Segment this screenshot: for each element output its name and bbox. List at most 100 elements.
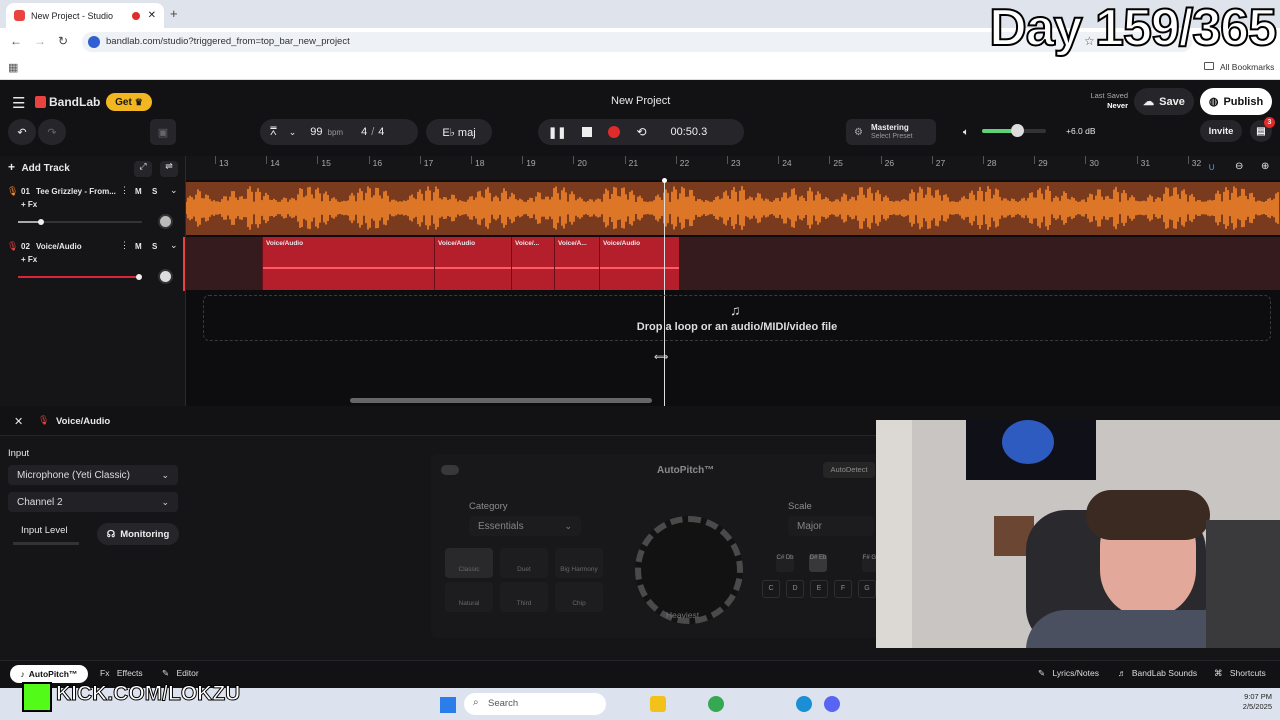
track-name[interactable]: Voice/Audio: [36, 242, 82, 251]
track-volume-knob[interactable]: [136, 274, 142, 280]
audio-clip[interactable]: Voice/...: [511, 237, 554, 290]
add-fx-button[interactable]: + Fx: [21, 255, 37, 264]
publish-button[interactable]: ◍ Publish: [1200, 88, 1272, 115]
lyrics-notes-button[interactable]: ✎ Lyrics/Notes: [1038, 668, 1099, 679]
tab-editor[interactable]: ✎ Editor: [162, 668, 199, 679]
note-button[interactable]: E: [810, 580, 828, 598]
loop-icon[interactable]: ⟲: [636, 125, 646, 139]
reload-icon[interactable]: ↻: [58, 34, 68, 48]
automation-icon[interactable]: ⤢: [134, 161, 152, 177]
track-menu-icon[interactable]: ⋮: [120, 240, 129, 251]
magnet-snap-icon[interactable]: ∪: [1208, 162, 1215, 173]
invite-button[interactable]: Invite: [1200, 120, 1242, 142]
pause-icon[interactable]: ❚❚: [548, 126, 566, 139]
chrome-icon[interactable]: [708, 696, 724, 712]
strength-knob[interactable]: [635, 516, 743, 624]
playhead[interactable]: [662, 178, 667, 406]
audio-clip[interactable]: Voice/Audio: [599, 237, 679, 290]
track-menu-icon[interactable]: ⋮: [120, 185, 129, 196]
mute-button[interactable]: M: [135, 187, 142, 196]
file-explorer-icon[interactable]: [650, 696, 666, 712]
note-button[interactable]: C# Db: [776, 554, 794, 572]
new-tab-icon[interactable]: +: [170, 6, 178, 21]
save-button[interactable]: ☁ Save: [1134, 88, 1194, 115]
redo-button[interactable]: ↷: [38, 119, 66, 145]
time-signature-numerator[interactable]: 4: [361, 126, 367, 138]
track-row[interactable]: 🎙︎ 02 Voice/Audio ⋮ M S ⌄ + Fx: [0, 237, 185, 291]
metronome-dropdown-icon[interactable]: ⌄: [289, 127, 297, 138]
input-device-select[interactable]: Microphone (Yeti Classic) ⌄: [8, 465, 178, 485]
add-track-button[interactable]: + Add Track: [8, 160, 70, 174]
audio-clip[interactable]: Voice/Audio: [434, 237, 511, 290]
taskbar-search[interactable]: ⌕ Search: [464, 693, 606, 715]
forward-icon[interactable]: →: [34, 34, 46, 48]
mixer-icon[interactable]: ⇌: [160, 161, 178, 177]
mute-button[interactable]: M: [135, 242, 142, 251]
windows-start-icon[interactable]: [440, 697, 456, 713]
autodetect-button[interactable]: AutoDetect: [823, 462, 875, 478]
browser-tab[interactable]: New Project - Studio ✕: [6, 3, 164, 28]
note-button[interactable]: G: [858, 580, 876, 598]
zoom-in-icon[interactable]: ⊕: [1261, 161, 1269, 172]
zoom-out-icon[interactable]: ⊖: [1235, 161, 1243, 172]
preset-button[interactable]: Big Harmony: [555, 548, 603, 578]
close-tab-icon[interactable]: ✕: [148, 10, 156, 21]
track-volume-slider[interactable]: [18, 219, 142, 225]
key-selector[interactable]: E♭ maj: [426, 119, 492, 145]
tab-autopitch[interactable]: ♪ AutoPitch™: [10, 665, 88, 683]
mastering-button[interactable]: ⚙ Mastering Select Preset: [846, 119, 936, 145]
scale-select[interactable]: Major: [788, 516, 874, 536]
stop-icon[interactable]: [582, 127, 593, 137]
chevron-down-icon[interactable]: ⌄: [170, 240, 178, 251]
shortcuts-button[interactable]: ⌘ Shortcuts: [1214, 668, 1266, 679]
preset-button[interactable]: Duet: [500, 548, 548, 578]
track-row[interactable]: 🎙︎ 01 Tee Grizzley - From... ⋮ M S ⌄ + F…: [0, 182, 185, 236]
playhead-handle[interactable]: [662, 178, 667, 183]
project-title[interactable]: New Project: [611, 95, 670, 107]
monitoring-button[interactable]: ☊ Monitoring: [97, 523, 179, 545]
track-lane[interactable]: [186, 182, 1280, 235]
bpm-value[interactable]: 99: [310, 126, 322, 138]
track-lane[interactable]: Voice/Audio Voice/Audio Voice/... Voice/A..…: [186, 237, 1280, 290]
close-icon[interactable]: ✕: [14, 415, 23, 428]
chevron-down-icon[interactable]: ⌄: [170, 185, 178, 196]
microphone-icon[interactable]: 🎙︎: [7, 186, 18, 197]
preset-button[interactable]: Chip: [555, 582, 603, 612]
menu-icon[interactable]: ☰: [12, 94, 25, 112]
category-select[interactable]: Essentials ⌄: [469, 516, 581, 536]
back-icon[interactable]: ←: [10, 34, 22, 48]
bandlab-sounds-button[interactable]: ♬ BandLab Sounds: [1118, 668, 1197, 678]
apps-grid-icon[interactable]: ▦: [8, 61, 18, 74]
preset-button[interactable]: Classic: [445, 548, 493, 578]
preset-button[interactable]: Natural: [445, 582, 493, 612]
add-fx-button[interactable]: + Fx: [21, 200, 37, 209]
note-button[interactable]: F: [834, 580, 852, 598]
preset-button[interactable]: Third: [500, 582, 548, 612]
tab-effects[interactable]: Fx Effects: [100, 668, 143, 678]
microphone-icon[interactable]: 🎙︎: [7, 241, 18, 252]
record-icon[interactable]: [608, 126, 621, 138]
solo-button[interactable]: S: [152, 242, 157, 251]
track-volume-slider[interactable]: [18, 274, 142, 280]
volume-knob[interactable]: [1011, 124, 1025, 137]
time-signature-denominator[interactable]: 4: [378, 126, 384, 138]
track-volume-knob[interactable]: [38, 219, 44, 225]
edge-icon[interactable]: [796, 696, 812, 712]
audio-clip[interactable]: Voice/A...: [554, 237, 599, 290]
channel-select[interactable]: Channel 2 ⌄: [8, 492, 178, 512]
all-bookmarks-link[interactable]: All Bookmarks: [1220, 62, 1274, 72]
horizontal-scrollbar[interactable]: [350, 398, 652, 403]
solo-button[interactable]: S: [152, 187, 157, 196]
discord-icon[interactable]: [824, 696, 840, 712]
view-toggle-button[interactable]: ▣: [150, 119, 176, 145]
note-button[interactable]: D: [786, 580, 804, 598]
autopitch-toggle[interactable]: [441, 465, 459, 475]
metronome-icon[interactable]: ⩞: [270, 126, 277, 139]
track-name[interactable]: Tee Grizzley - From...: [36, 187, 116, 196]
get-membership-button[interactable]: Get ♛: [106, 93, 152, 111]
speaker-icon[interactable]: 🔈︎: [963, 127, 969, 138]
pan-knob-icon[interactable]: [158, 214, 173, 229]
pan-knob-icon[interactable]: [158, 269, 173, 284]
timeline-ruler[interactable]: 13 14 15 16 17 18 19 20 21 22 23 24 25 26 27 28 29 30 31 32: [186, 156, 1280, 180]
master-volume-slider[interactable]: [982, 124, 1046, 137]
